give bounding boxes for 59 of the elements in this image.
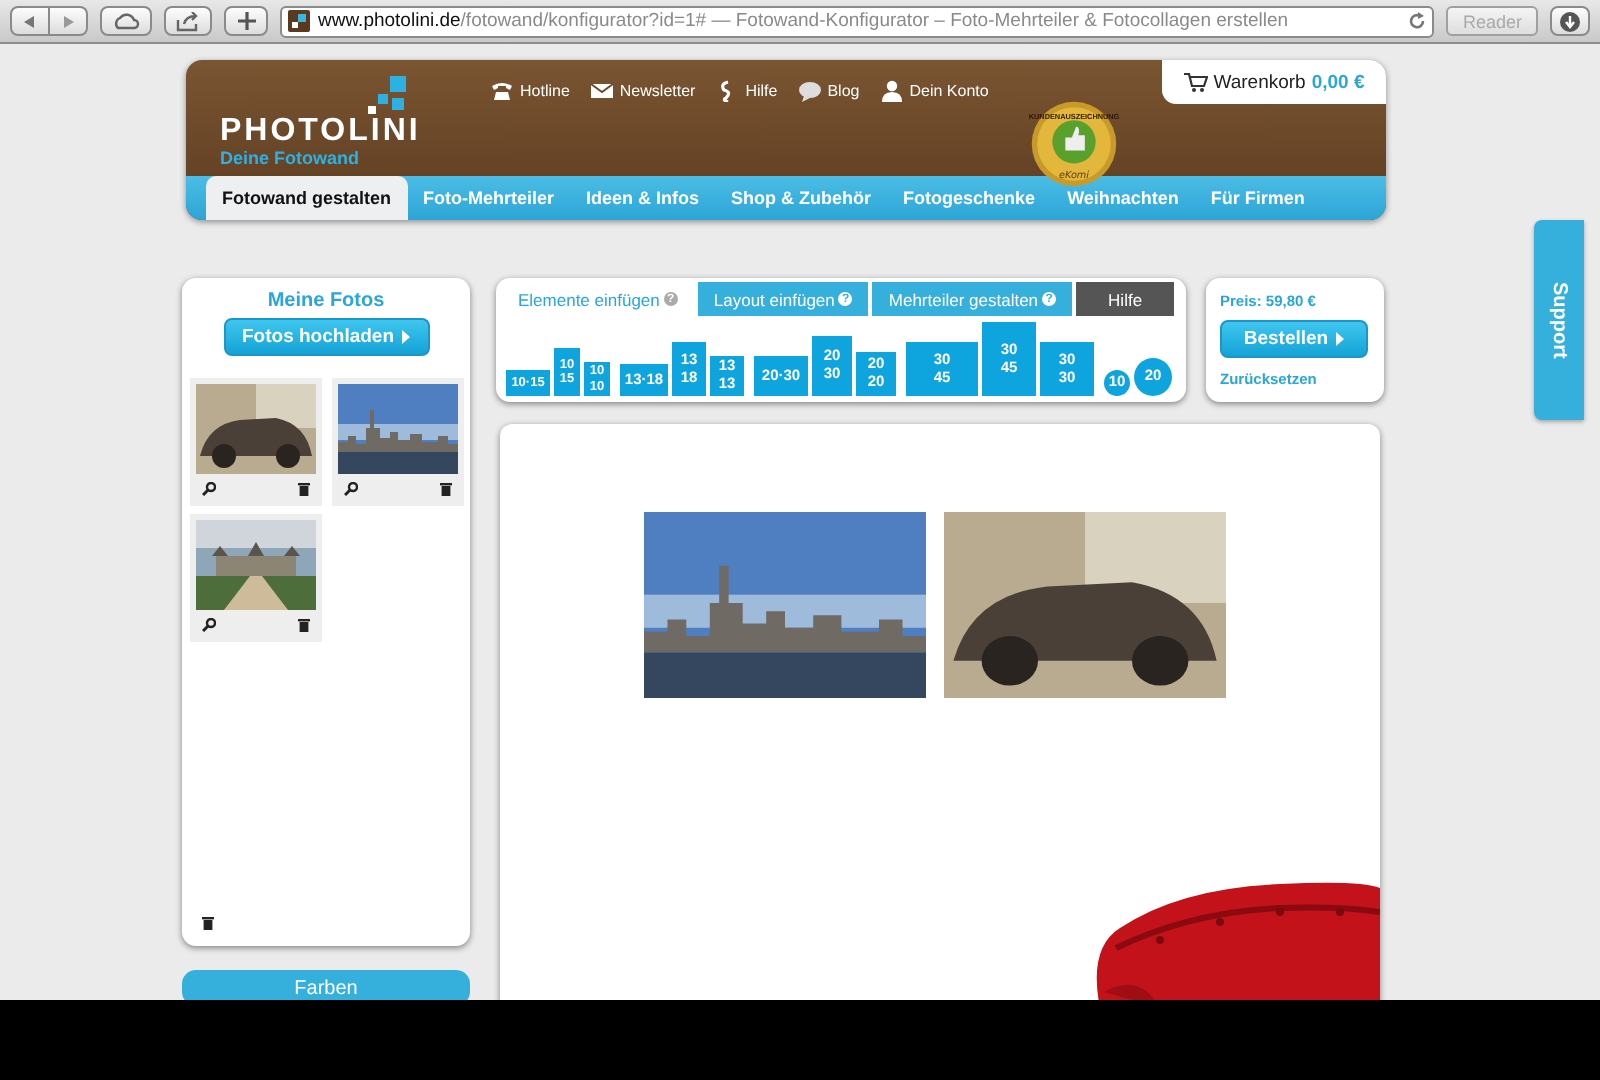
header-link[interactable]: Hilfe [715, 76, 778, 104]
add-tab-button[interactable] [224, 6, 268, 36]
colors-button[interactable]: Farben [182, 970, 470, 1000]
trash-icon [298, 618, 310, 632]
header-link[interactable]: Dein Konto [879, 76, 989, 104]
reload-icon [1408, 12, 1427, 30]
photo-card[interactable] [332, 378, 464, 506]
back-icon [22, 13, 38, 29]
nav-tab[interactable]: Shop & Zubehör [715, 176, 888, 220]
back-button[interactable] [10, 6, 50, 36]
forward-icon [60, 13, 76, 29]
photo-placeholder [196, 520, 316, 610]
plus-icon [237, 12, 255, 30]
downloads-button[interactable] [1550, 6, 1590, 36]
nav-tab[interactable]: Fotowand gestalten [206, 176, 408, 220]
header-link[interactable]: Blog [797, 76, 860, 104]
photo-placeholder [196, 384, 316, 474]
cloud-button[interactable] [100, 6, 152, 36]
nav-tab[interactable]: Fotogeschenke [887, 176, 1052, 220]
header-link[interactable]: Hotline [490, 76, 570, 104]
download-icon [1560, 11, 1580, 31]
reader-button[interactable]: Reader [1446, 6, 1538, 36]
forward-button[interactable] [50, 6, 88, 36]
magnifier-icon [202, 618, 216, 632]
site-favicon-icon [288, 10, 310, 32]
trash-icon [298, 482, 310, 496]
trash-icon [202, 916, 214, 930]
header-link[interactable]: Newsletter [589, 76, 696, 104]
nav-tab[interactable]: Für Firmen [1194, 176, 1321, 220]
envelope-icon [589, 79, 614, 101]
share-icon [176, 11, 200, 31]
logo-text[interactable]: PHOTOLINI [220, 116, 466, 148]
share-button[interactable] [164, 6, 212, 36]
person-icon [879, 79, 904, 101]
magnifier-icon [202, 482, 216, 496]
upload-button[interactable]: Fotos hochladen [223, 318, 429, 356]
photo-card[interactable] [190, 378, 322, 506]
order-button[interactable]: Bestellen [1220, 320, 1368, 358]
nav-tab[interactable]: Foto-Mehrteiler [407, 176, 571, 220]
cart-link[interactable]: Warenkorb 0,00 € [1162, 60, 1386, 104]
url-text: www.photolini.de/fotowand/konfigurator?id=1# — Fotowand-Konfigurator – Foto-Mehrteiler & Fotocollagen erstellen [318, 10, 1291, 32]
cart-icon [1183, 72, 1208, 92]
trash-icon [440, 482, 452, 496]
nav-tab[interactable]: Ideen & Infos [570, 176, 716, 220]
speech-bubble-icon [797, 79, 822, 101]
caret-right-icon [1336, 332, 1345, 346]
nav-tab[interactable]: Weihnachten [1051, 176, 1195, 220]
cloud-icon [112, 12, 140, 30]
panel-tab[interactable]: Hilfe [1076, 282, 1175, 316]
reload-button[interactable] [1408, 12, 1427, 30]
address-bar[interactable]: www.photolini.de/fotowand/konfigurator?id=1# — Fotowand-Konfigurator – Foto-Mehrteiler & Fotocollagen erstellen [280, 5, 1435, 37]
caret-right-icon [402, 330, 410, 344]
photo-card[interactable] [190, 514, 322, 642]
logo-tagline: Deine Fotowand [220, 148, 361, 170]
magnifier-icon [344, 482, 358, 496]
panel-title: Meine Fotos [267, 290, 385, 312]
photo-placeholder [338, 384, 458, 474]
support-tab[interactable]: Support [1534, 220, 1584, 420]
phone-icon [490, 79, 514, 101]
